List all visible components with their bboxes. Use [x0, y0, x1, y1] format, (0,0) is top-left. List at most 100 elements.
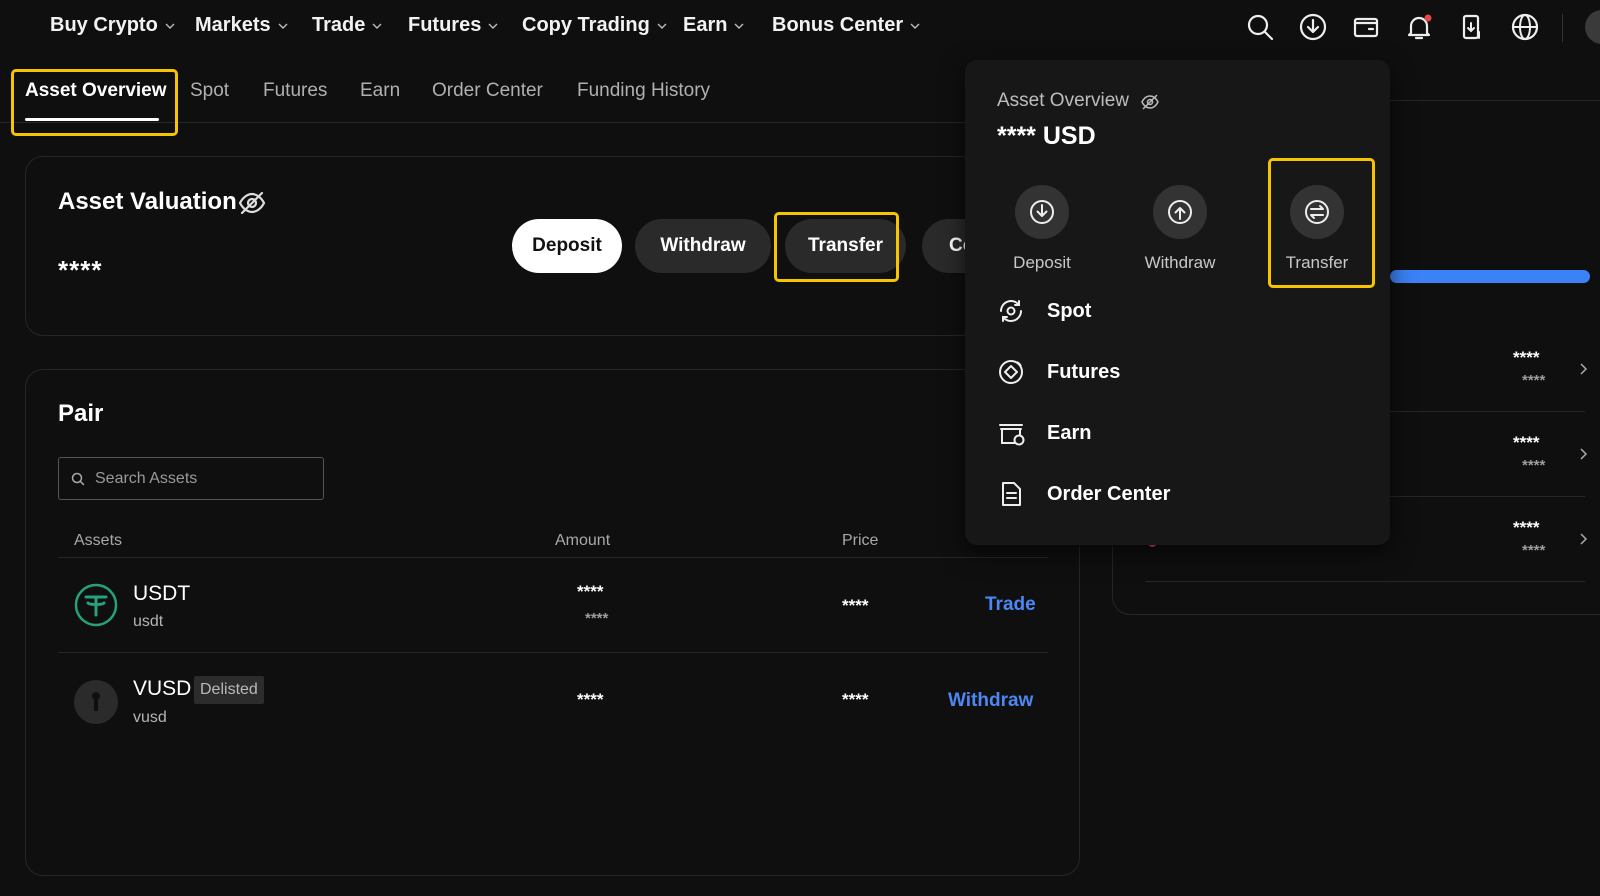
avatar[interactable] — [1585, 10, 1600, 44]
dropdown-transfer-button[interactable]: Transfer — [1257, 185, 1377, 273]
distribution-sub-value: **** — [1522, 457, 1546, 474]
nav-markets[interactable]: Markets — [195, 14, 289, 37]
asset-symbol: VUSD — [133, 677, 192, 700]
asset-overview-dropdown: Asset Overview **** USD Deposit Withdraw… — [965, 60, 1390, 545]
search-icon[interactable] — [1245, 12, 1275, 42]
distribution-progress-bar — [1390, 270, 1590, 283]
nav-futures[interactable]: Futures — [408, 14, 499, 37]
dropdown-item-label: Order Center — [1047, 482, 1171, 505]
nav-copy-trading[interactable]: Copy Trading — [522, 14, 668, 37]
chevron-down-icon — [488, 23, 498, 29]
transfer-circle — [1290, 185, 1344, 239]
asset-price: **** — [842, 690, 869, 709]
eye-hidden-icon[interactable] — [238, 190, 266, 216]
earn-icon — [999, 424, 1025, 446]
asset-code: vusd — [133, 709, 167, 726]
nav-label: Earn — [683, 14, 728, 36]
distribution-value: **** — [1513, 518, 1540, 537]
nav-label: Buy Crypto — [50, 14, 158, 36]
usdt-logo-icon — [74, 583, 118, 627]
bell-icon[interactable] — [1404, 12, 1434, 42]
asset-code: usdt — [133, 613, 164, 630]
tab-spot[interactable]: Spot — [190, 80, 229, 102]
deposit-button[interactable]: Deposit — [512, 219, 622, 273]
asset-amount: **** — [577, 690, 604, 709]
chevron-down-icon — [372, 23, 382, 29]
tab-order-center[interactable]: Order Center — [432, 80, 543, 102]
distribution-sub-value: **** — [1522, 542, 1546, 559]
nav-trade[interactable]: Trade — [312, 14, 383, 37]
asset-price: **** — [842, 596, 869, 615]
dropdown-item-order-center[interactable]: Order Center — [997, 480, 1170, 508]
chevron-right-icon — [1580, 448, 1588, 460]
dropdown-item-label: Futures — [1047, 360, 1121, 383]
transfer-button[interactable]: Transfer — [785, 219, 906, 273]
order-center-icon — [1002, 482, 1021, 506]
spot-icon — [1000, 300, 1022, 322]
nav-bonus-center[interactable]: Bonus Center — [772, 14, 921, 37]
top-navigation: Buy Crypto Markets Trade Futures Copy Tr… — [0, 0, 1600, 54]
tab-earn[interactable]: Earn — [360, 80, 400, 102]
eye-hidden-icon[interactable] — [1141, 94, 1159, 110]
dropdown-withdraw-button[interactable]: Withdraw — [1120, 185, 1240, 273]
nav-label: Markets — [195, 14, 271, 36]
dropdown-title: Asset Overview — [997, 90, 1129, 111]
asset-valuation-title: Asset Valuation — [58, 188, 237, 215]
dropdown-item-futures[interactable]: Futures — [997, 358, 1120, 386]
column-header-amount: Amount — [555, 532, 611, 549]
asset-amount-sub: **** — [585, 610, 609, 627]
app-download-icon[interactable] — [1457, 12, 1487, 42]
search-icon — [71, 472, 85, 485]
dropdown-item-spot[interactable]: Spot — [997, 297, 1091, 325]
distribution-value: **** — [1513, 433, 1540, 452]
search-input-wrapper — [58, 457, 324, 500]
pair-card — [25, 369, 1080, 876]
distribution-divider — [1145, 581, 1585, 582]
withdraw-link[interactable]: Withdraw — [948, 690, 1033, 712]
chevron-down-icon — [910, 23, 920, 29]
nav-divider — [1562, 14, 1563, 42]
tab-funding-history[interactable]: Funding History — [577, 80, 710, 102]
search-assets-input[interactable] — [95, 469, 305, 488]
withdraw-button[interactable]: Withdraw — [635, 219, 771, 273]
wallet-icon[interactable] — [1351, 12, 1381, 42]
table-header-divider — [58, 557, 1048, 558]
nav-buy-crypto[interactable]: Buy Crypto — [50, 14, 176, 37]
withdraw-icon — [1168, 200, 1192, 224]
chevron-right-icon — [1580, 533, 1588, 545]
dropdown-action-label: Transfer — [1285, 253, 1349, 272]
nav-label: Futures — [408, 14, 482, 36]
distribution-sub-value: **** — [1522, 372, 1546, 389]
tab-futures[interactable]: Futures — [263, 80, 327, 102]
distribution-value: **** — [1513, 348, 1540, 367]
dropdown-deposit-button[interactable]: Deposit — [982, 185, 1102, 273]
trade-link[interactable]: Trade — [985, 594, 1036, 616]
dropdown-action-label: Withdraw — [1144, 253, 1216, 272]
nav-label: Trade — [312, 14, 366, 36]
deposit-circle — [1015, 185, 1069, 239]
vusd-logo-icon — [74, 680, 118, 724]
futures-icon — [999, 360, 1023, 384]
chevron-down-icon — [278, 23, 288, 29]
nav-label: Bonus Center — [772, 14, 904, 36]
column-header-price: Price — [842, 532, 879, 549]
chevron-down-icon — [165, 23, 175, 29]
column-header-assets: Assets — [74, 532, 123, 549]
dropdown-total-amount: **** USD — [997, 122, 1096, 150]
download-icon[interactable] — [1298, 12, 1328, 42]
nav-label: Copy Trading — [522, 14, 650, 36]
withdraw-circle — [1153, 185, 1207, 239]
pair-title: Pair — [58, 400, 104, 427]
asset-valuation-value: **** — [58, 255, 103, 285]
delisted-badge: Delisted — [194, 676, 264, 704]
globe-icon[interactable] — [1510, 12, 1540, 42]
dropdown-item-earn[interactable]: Earn — [997, 419, 1091, 447]
transfer-icon — [1305, 200, 1329, 224]
nav-earn[interactable]: Earn — [683, 14, 745, 37]
active-tab-underline — [25, 118, 159, 121]
chevron-down-icon — [734, 23, 744, 29]
asset-amount: **** — [577, 582, 604, 601]
tab-asset-overview[interactable]: Asset Overview — [25, 80, 167, 102]
chevron-right-icon — [1580, 363, 1588, 375]
table-row-divider — [58, 652, 1048, 653]
